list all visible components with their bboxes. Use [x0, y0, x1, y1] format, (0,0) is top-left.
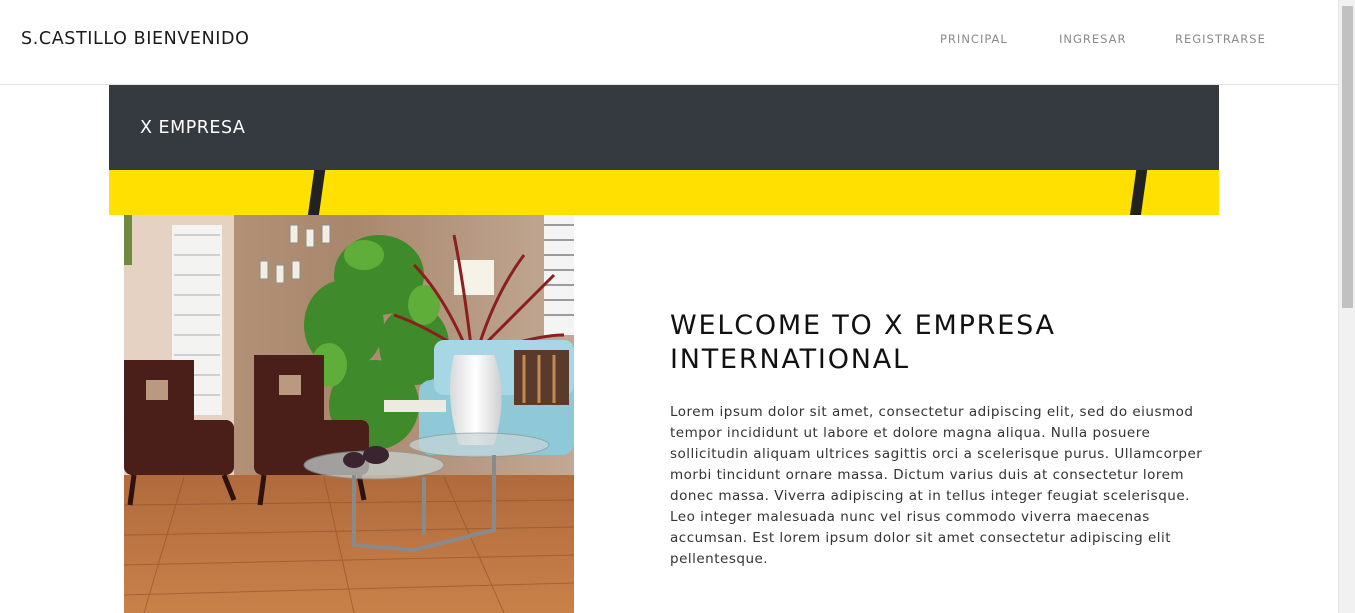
brand-link[interactable]: S.CASTILLO BIENVENIDO — [21, 29, 249, 49]
living-room-image — [124, 215, 574, 613]
accent-stripe — [109, 170, 1219, 215]
welcome-title: WELCOME TO X EMPRESA INTERNATIONAL — [670, 310, 1056, 375]
top-navbar: S.CASTILLO BIENVENIDO PRINCIPAL INGRESAR… — [0, 0, 1338, 85]
company-header-band: X EMPRESA — [109, 85, 1219, 170]
nav-link-ingresar[interactable]: INGRESAR — [1059, 32, 1127, 46]
nav-link-registrarse[interactable]: REGISTRARSE — [1175, 32, 1266, 46]
welcome-paragraph: Lorem ipsum dolor sit amet, consectetur … — [670, 404, 1203, 567]
stripe-slash — [307, 170, 326, 215]
scrollbar-thumb[interactable] — [1342, 6, 1353, 308]
company-name: X EMPRESA — [140, 118, 246, 138]
nav-link-principal[interactable]: PRINCIPAL — [940, 32, 1008, 46]
stripe-slash — [1129, 170, 1148, 215]
vertical-scrollbar[interactable] — [1338, 0, 1355, 613]
